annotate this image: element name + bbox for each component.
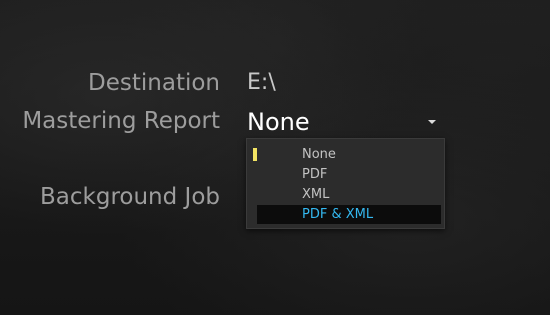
background-job-label: Background Job (40, 184, 220, 210)
dropdown-option-pdf-xml[interactable]: PDF & XML (257, 205, 441, 224)
mastering-report-select[interactable]: None (247, 107, 310, 137)
dropdown-option-pdf[interactable]: PDF (257, 165, 441, 184)
mastering-report-dropdown-menu: None PDF XML PDF & XML (246, 138, 445, 229)
dropdown-option-none[interactable]: None (257, 145, 441, 164)
dropdown-arrow-icon[interactable] (428, 120, 436, 124)
dropdown-option-xml[interactable]: XML (257, 185, 441, 204)
destination-value[interactable]: E:\ (247, 69, 276, 97)
mastering-report-label: Mastering Report (22, 108, 220, 134)
destination-label: Destination (88, 70, 220, 96)
